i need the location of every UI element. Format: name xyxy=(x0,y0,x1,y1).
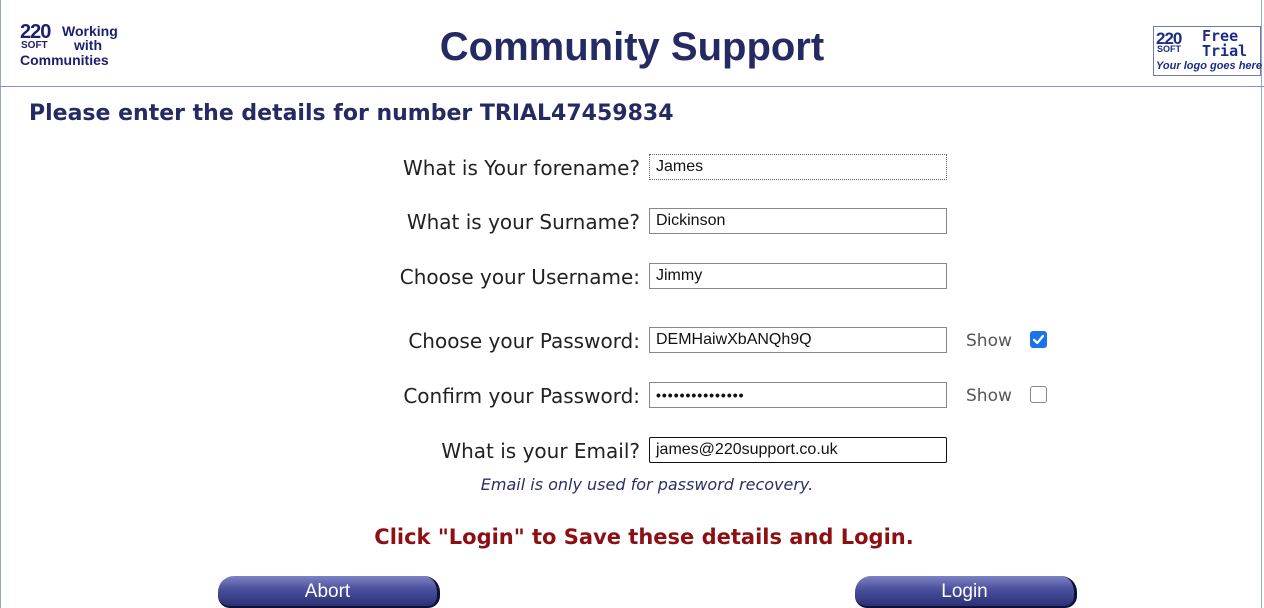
email-row: What is your Email? james@220support.co.… xyxy=(0,435,1264,467)
page-heading: Please enter the details for number TRIA… xyxy=(29,101,674,126)
surname-input[interactable]: Dickinson xyxy=(649,208,947,234)
username-label: Choose your Username: xyxy=(399,265,640,289)
surname-label: What is your Surname? xyxy=(406,210,640,234)
confirm-label: Confirm your Password: xyxy=(403,384,640,408)
password-show-checkbox[interactable] xyxy=(1030,331,1047,348)
username-row: Choose your Username: Jimmy xyxy=(0,261,1264,293)
email-label: What is your Email? xyxy=(441,439,640,463)
confirm-password-input[interactable]: ••••••••••••••• xyxy=(649,382,947,408)
forename-label: What is Your forename? xyxy=(403,156,640,180)
site-title: Community Support xyxy=(439,25,825,69)
username-input[interactable]: Jimmy xyxy=(649,263,947,289)
email-input[interactable]: james@220support.co.uk xyxy=(649,437,947,463)
forename-input[interactable]: James xyxy=(649,154,947,180)
page-frame xyxy=(0,0,1262,608)
surname-row: What is your Surname? Dickinson xyxy=(0,206,1264,238)
forename-row: What is Your forename? James xyxy=(0,152,1264,184)
logo-soft: SOFT xyxy=(1157,44,1181,54)
email-hint: Email is only used for password recovery… xyxy=(480,475,814,494)
confirm-show-checkbox[interactable] xyxy=(1030,386,1047,403)
password-input[interactable]: DEMHaiwXbANQh9Q xyxy=(649,327,947,353)
logo-free-trial: 220 SOFT Free Trial Your logo goes here xyxy=(1153,26,1262,76)
password-show-label: Show xyxy=(966,331,1012,351)
abort-button[interactable]: Abort xyxy=(218,576,440,608)
confirm-show-label: Show xyxy=(966,386,1012,406)
password-row: Choose your Password: DEMHaiwXbANQh9Q Sh… xyxy=(0,325,1264,357)
header: 220 SOFT Working with Communities Commun… xyxy=(0,0,1264,87)
logo-tagline: Your logo goes here xyxy=(1156,60,1262,72)
confirm-row: Confirm your Password: ••••••••••••••• S… xyxy=(0,380,1264,412)
login-button[interactable]: Login xyxy=(855,576,1077,608)
password-label: Choose your Password: xyxy=(408,329,640,353)
login-instruction: Click "Login" to Save these details and … xyxy=(374,525,914,549)
check-icon xyxy=(1032,334,1045,345)
logo-text-trial: Trial xyxy=(1202,42,1248,60)
